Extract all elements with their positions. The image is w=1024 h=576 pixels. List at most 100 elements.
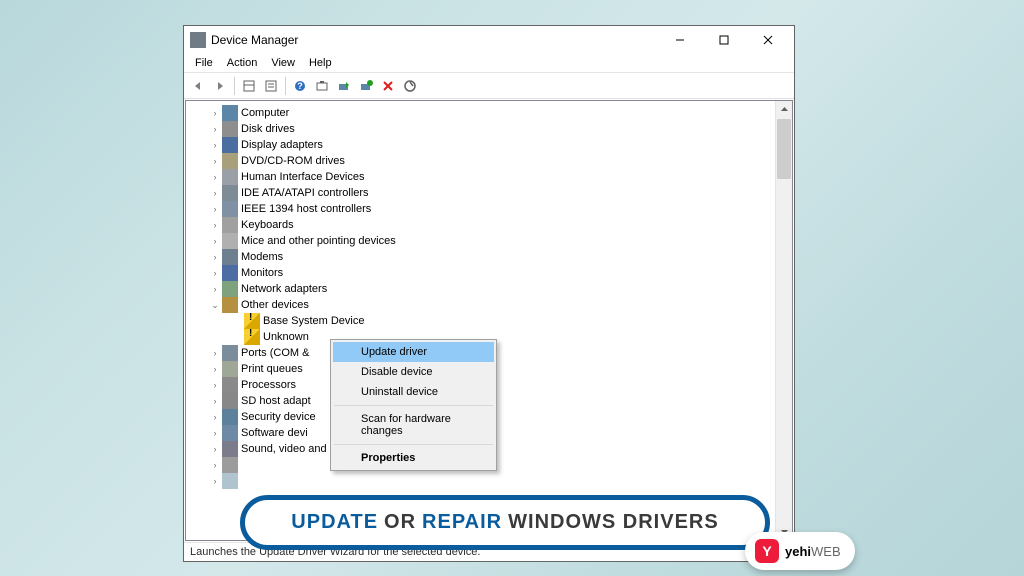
- properties-button[interactable]: [261, 76, 281, 96]
- collapse-icon[interactable]: ⌄: [208, 298, 222, 312]
- generic-icon: [222, 473, 238, 489]
- tree-node[interactable]: ›Display adapters: [188, 137, 773, 153]
- expand-icon[interactable]: ›: [208, 122, 222, 136]
- expand-icon[interactable]: ›: [208, 362, 222, 376]
- back-button[interactable]: [188, 76, 208, 96]
- logo: Y yehiWEB: [745, 532, 855, 570]
- context-menu: Update driverDisable deviceUninstall dev…: [330, 339, 497, 471]
- show-hide-button[interactable]: [239, 76, 259, 96]
- tree-node[interactable]: › Modems: [188, 249, 773, 265]
- banner-text-1: OR: [384, 511, 416, 534]
- logo-badge: Y: [755, 539, 779, 563]
- expand-icon[interactable]: ›: [208, 426, 222, 440]
- svg-text:?: ?: [297, 81, 303, 91]
- banner-pill: UPDATE OR REPAIR WINDOWS DRIVERS: [240, 495, 770, 550]
- enable-button[interactable]: [356, 76, 376, 96]
- ieee-icon: [222, 201, 238, 217]
- expand-icon[interactable]: ›: [208, 394, 222, 408]
- expand-icon[interactable]: ›: [208, 218, 222, 232]
- banner: UPDATE OR REPAIR WINDOWS DRIVERS: [240, 495, 770, 550]
- tree-node[interactable]: › DVD/CD-ROM drives: [188, 153, 773, 169]
- context-menu-item[interactable]: Update driver: [333, 342, 494, 362]
- expand-icon[interactable]: ›: [208, 202, 222, 216]
- tree-node[interactable]: › Keyboards: [188, 217, 773, 233]
- close-button[interactable]: [746, 27, 790, 53]
- maximize-button[interactable]: [702, 27, 746, 53]
- expand-icon[interactable]: ›: [208, 410, 222, 424]
- expand-icon[interactable]: ›: [208, 250, 222, 264]
- menu-file[interactable]: File: [188, 55, 220, 71]
- context-menu-item[interactable]: Properties: [333, 448, 494, 468]
- tree-node[interactable]: ›Network adapters: [188, 281, 773, 297]
- minimize-button[interactable]: [658, 27, 702, 53]
- expand-icon[interactable]: ›: [208, 442, 222, 456]
- expand-icon[interactable]: ›: [208, 154, 222, 168]
- tree-node-label: Processors: [241, 379, 296, 391]
- uninstall-button[interactable]: [378, 76, 398, 96]
- tree-node-label: IDE ATA/ATAPI controllers: [241, 187, 369, 199]
- expand-icon[interactable]: ›: [208, 378, 222, 392]
- expand-icon[interactable]: ›: [208, 282, 222, 296]
- menu-view[interactable]: View: [264, 55, 302, 71]
- expand-icon[interactable]: ›: [208, 266, 222, 280]
- tree-node[interactable]: Base System Device: [188, 313, 773, 329]
- logo-text: yehiWEB: [785, 544, 841, 559]
- scroll-up-button[interactable]: [776, 101, 792, 118]
- tree-node[interactable]: ⌄Other devices: [188, 297, 773, 313]
- device-tree[interactable]: ›Computer›Disk drives›Display adapters›D…: [186, 101, 775, 540]
- tree-node[interactable]: ›Human Interface Devices: [188, 169, 773, 185]
- tree-node[interactable]: › Mice and other pointing devices: [188, 233, 773, 249]
- software-icon: [222, 425, 238, 441]
- expand-icon[interactable]: ›: [208, 474, 222, 488]
- hid-icon: [222, 169, 238, 185]
- toolbar: ?: [184, 73, 794, 99]
- update-driver-button[interactable]: [334, 76, 354, 96]
- expand-icon[interactable]: ›: [208, 346, 222, 360]
- other-icon: [222, 297, 238, 313]
- scan-button[interactable]: [312, 76, 332, 96]
- window-title: Device Manager: [211, 33, 658, 47]
- menu-action[interactable]: Action: [220, 55, 265, 71]
- tree-node-label: Disk drives: [241, 123, 295, 135]
- context-menu-item[interactable]: Scan for hardware changes: [333, 409, 494, 441]
- modem-icon: [222, 249, 238, 265]
- menu-help[interactable]: Help: [302, 55, 339, 71]
- tree-node-label: Ports (COM &: [241, 347, 309, 359]
- tree-node-label: Keyboards: [241, 219, 294, 231]
- tree-node-label: Modems: [241, 251, 283, 263]
- tree-node-label: DVD/CD-ROM drives: [241, 155, 345, 167]
- scrollbar[interactable]: [775, 101, 792, 540]
- expand-icon[interactable]: ›: [208, 458, 222, 472]
- context-menu-separator: [334, 405, 493, 406]
- tree-node[interactable]: › Monitors: [188, 265, 773, 281]
- tree-node-label: Mice and other pointing devices: [241, 235, 396, 247]
- dvd-icon: [222, 153, 238, 169]
- expand-icon[interactable]: ›: [208, 138, 222, 152]
- context-menu-item[interactable]: Disable device: [333, 362, 494, 382]
- expand-icon[interactable]: ›: [208, 186, 222, 200]
- tree-node[interactable]: › Computer: [188, 105, 773, 121]
- scroll-track[interactable]: [776, 180, 792, 523]
- banner-text-2: WINDOWS DRIVERS: [508, 511, 719, 534]
- forward-button[interactable]: [210, 76, 230, 96]
- titlebar[interactable]: Device Manager: [184, 26, 794, 54]
- help-button[interactable]: ?: [290, 76, 310, 96]
- tree-container: ›Computer›Disk drives›Display adapters›D…: [185, 100, 793, 541]
- expand-icon[interactable]: ›: [208, 234, 222, 248]
- tree-node[interactable]: › IDE ATA/ATAPI controllers: [188, 185, 773, 201]
- tree-node-label: Print queues: [241, 363, 303, 375]
- tree-node[interactable]: ›IEEE 1394 host controllers: [188, 201, 773, 217]
- expand-icon[interactable]: ›: [208, 106, 222, 120]
- tree-node[interactable]: ›: [188, 473, 773, 489]
- security-icon: [222, 409, 238, 425]
- tree-node[interactable]: › Disk drives: [188, 121, 773, 137]
- menubar: File Action View Help: [184, 54, 794, 73]
- expand-icon[interactable]: ›: [208, 170, 222, 184]
- context-menu-item[interactable]: Uninstall device: [333, 382, 494, 402]
- disable-button[interactable]: [400, 76, 420, 96]
- sd-icon: [222, 393, 238, 409]
- scroll-thumb[interactable]: [777, 119, 791, 179]
- tree-node-label: Software devi: [241, 427, 308, 439]
- tree-node-label: Monitors: [241, 267, 283, 279]
- tree-node-label: Computer: [241, 107, 289, 119]
